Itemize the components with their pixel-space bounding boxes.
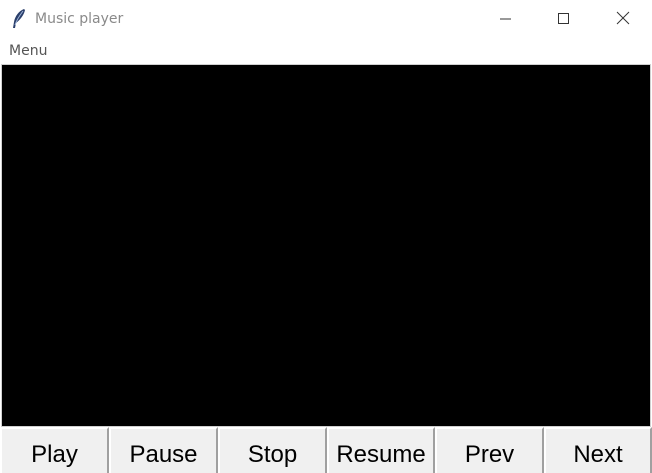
playlist-display[interactable] (1, 64, 651, 427)
maximize-icon (558, 10, 570, 29)
stop-button[interactable]: Stop (218, 427, 327, 473)
close-button[interactable] (594, 0, 652, 39)
minimize-icon (500, 10, 512, 29)
music-player-window: Music player Menu Play Pause Stop Resume… (0, 0, 652, 473)
play-button[interactable]: Play (0, 427, 109, 473)
resume-button[interactable]: Resume (327, 427, 435, 473)
maximize-button[interactable] (535, 0, 593, 39)
pause-button[interactable]: Pause (109, 427, 218, 473)
menu-item-menu[interactable]: Menu (9, 43, 47, 60)
playback-controls: Play Pause Stop Resume Prev Next (0, 427, 652, 473)
window-title: Music player (35, 11, 124, 27)
prev-button[interactable]: Prev (435, 427, 544, 473)
feather-icon (10, 8, 28, 30)
next-button[interactable]: Next (544, 427, 652, 473)
minimize-button[interactable] (477, 0, 535, 39)
menu-bar: Menu (0, 40, 652, 63)
close-icon (616, 10, 630, 29)
title-bar[interactable]: Music player (0, 0, 652, 39)
